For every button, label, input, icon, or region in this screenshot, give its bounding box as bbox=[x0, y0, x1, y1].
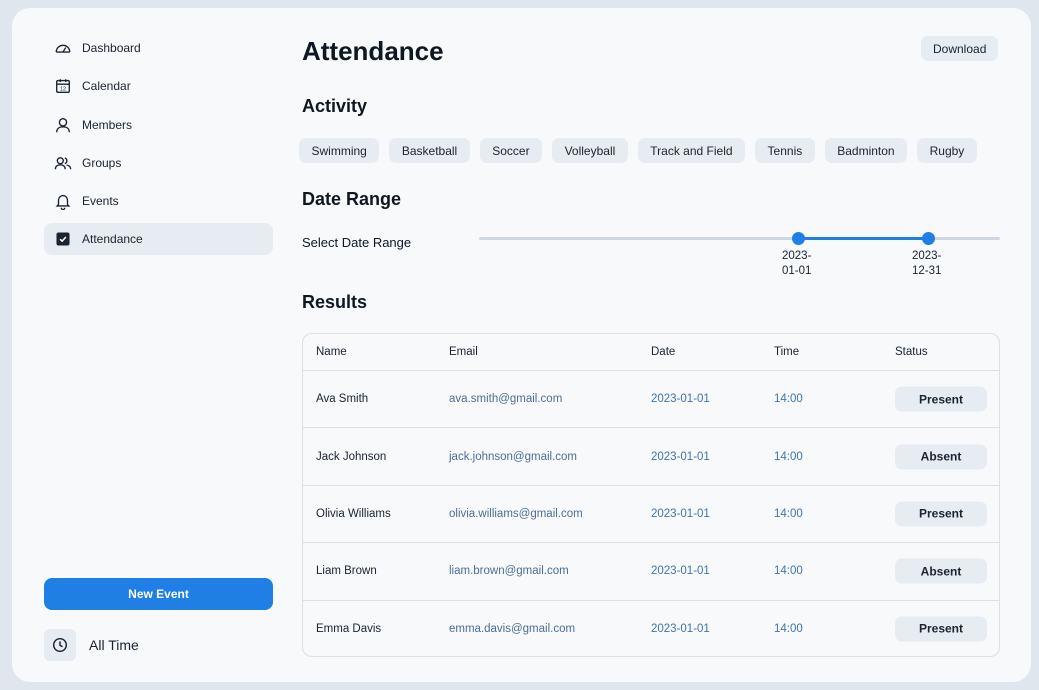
sidebar-item-label: Events bbox=[82, 194, 119, 209]
sidebar-item-attendance[interactable]: Attendance bbox=[44, 223, 273, 256]
column-header-time: Time bbox=[774, 346, 800, 358]
activity-title: Activity bbox=[302, 96, 368, 116]
range-end-label: 2023- 12-31 bbox=[912, 249, 952, 279]
app-window: Dashboard 12 Calendar Members Groups Eve… bbox=[12, 8, 1031, 682]
activity-chip-track-and-field[interactable]: Track and Field bbox=[637, 138, 746, 163]
status-badge[interactable]: Present bbox=[895, 501, 987, 527]
sidebar: Dashboard 12 Calendar Members Groups Eve… bbox=[44, 32, 273, 662]
date-range-label: Select Date Range bbox=[302, 235, 412, 250]
sidebar-item-members[interactable]: Members bbox=[44, 109, 273, 141]
status-badge[interactable]: Absent bbox=[895, 558, 987, 584]
user-icon bbox=[53, 115, 73, 135]
bell-icon bbox=[53, 191, 73, 211]
slider-end-handle[interactable] bbox=[922, 232, 935, 245]
cell-email[interactable]: ava.smith@gmail.com bbox=[449, 393, 562, 405]
range-start-line1: 2023- bbox=[782, 250, 812, 262]
cell-date: 2023-01-01 bbox=[651, 622, 710, 635]
table-row: Jack Johnson jack.johnson@gmail.com 2023… bbox=[303, 427, 999, 484]
results-title: Results bbox=[302, 292, 368, 312]
users-icon bbox=[53, 153, 73, 173]
activity-chip-badminton[interactable]: Badminton bbox=[824, 138, 908, 163]
sidebar-item-events[interactable]: Events bbox=[44, 185, 273, 217]
cell-time: 14:00 bbox=[774, 450, 803, 463]
sidebar-item-label: Attendance bbox=[82, 232, 143, 247]
status-badge[interactable]: Present bbox=[895, 386, 987, 412]
cell-email[interactable]: jack.johnson@gmail.com bbox=[449, 451, 577, 463]
download-button[interactable]: Download bbox=[921, 36, 999, 61]
clock-icon bbox=[44, 629, 76, 661]
sidebar-item-dashboard[interactable]: Dashboard bbox=[44, 32, 273, 64]
range-end-line1: 2023- bbox=[912, 250, 942, 262]
cell-time: 14:00 bbox=[774, 507, 803, 520]
range-start-line2: 01-01 bbox=[782, 265, 812, 277]
column-header-date: Date bbox=[651, 346, 676, 358]
main-content: Attendance Download Activity Swimming Ba… bbox=[299, 8, 1002, 682]
all-time-label: All Time bbox=[89, 637, 139, 653]
cell-date: 2023-01-01 bbox=[651, 450, 710, 463]
table-row: Ava Smith ava.smith@gmail.com 2023-01-01… bbox=[303, 370, 999, 427]
cell-date: 2023-01-01 bbox=[651, 393, 710, 406]
page-title: Attendance bbox=[302, 36, 444, 66]
calendar-icon-number: 12 bbox=[60, 87, 66, 93]
status-badge[interactable]: Absent bbox=[895, 444, 987, 470]
table-row: Liam Brown liam.brown@gmail.com 2023-01-… bbox=[303, 542, 999, 599]
column-header-email: Email bbox=[449, 346, 478, 358]
checkbox-icon bbox=[53, 229, 73, 249]
cell-name: Emma Davis bbox=[316, 622, 382, 635]
activity-chip-volleyball[interactable]: Volleyball bbox=[552, 138, 628, 163]
activity-chip-soccer[interactable]: Soccer bbox=[479, 138, 543, 163]
calendar-icon: 12 bbox=[53, 76, 73, 96]
cell-email[interactable]: emma.davis@gmail.com bbox=[449, 623, 575, 635]
table-row: Olivia Williams olivia.williams@gmail.co… bbox=[303, 484, 999, 542]
all-time-selector[interactable]: All Time bbox=[44, 629, 139, 661]
slider-range-fill bbox=[798, 237, 928, 240]
results-table: Name Email Date Time Status Ava Smith av… bbox=[302, 333, 1000, 657]
cell-date: 2023-01-01 bbox=[651, 507, 710, 520]
cell-name: Ava Smith bbox=[316, 393, 369, 406]
date-range-slider[interactable] bbox=[479, 232, 1000, 245]
new-event-button[interactable]: New Event bbox=[44, 578, 273, 610]
cell-date: 2023-01-01 bbox=[651, 565, 710, 578]
status-badge[interactable]: Present bbox=[895, 616, 987, 642]
sidebar-item-label: Groups bbox=[82, 155, 122, 170]
activity-chip-rugby[interactable]: Rugby bbox=[917, 138, 977, 163]
slider-start-handle[interactable] bbox=[792, 232, 805, 245]
table-row: Emma Davis emma.davis@gmail.com 2023-01-… bbox=[303, 599, 999, 656]
activity-chips: Swimming Basketball Soccer Volleyball Tr… bbox=[299, 138, 987, 163]
cell-name: Olivia Williams bbox=[316, 507, 391, 520]
gauge-icon bbox=[53, 38, 73, 58]
cell-time: 14:00 bbox=[774, 565, 803, 578]
table-header-row: Name Email Date Time Status bbox=[303, 334, 999, 370]
cell-time: 14:00 bbox=[774, 622, 803, 635]
cell-name: Liam Brown bbox=[316, 565, 377, 578]
sidebar-item-label: Members bbox=[82, 117, 133, 132]
sidebar-item-label: Dashboard bbox=[82, 41, 141, 55]
cell-email[interactable]: liam.brown@gmail.com bbox=[449, 565, 569, 577]
range-end-line2: 12-31 bbox=[912, 265, 942, 277]
cell-name: Jack Johnson bbox=[316, 450, 387, 463]
sidebar-item-label: Calendar bbox=[82, 79, 131, 94]
column-header-status: Status bbox=[895, 346, 928, 358]
range-start-label: 2023- 01-01 bbox=[782, 249, 822, 279]
cell-email[interactable]: olivia.williams@gmail.com bbox=[449, 508, 583, 520]
cell-time: 14:00 bbox=[774, 393, 803, 406]
activity-chip-tennis[interactable]: Tennis bbox=[755, 138, 815, 163]
date-range-title: Date Range bbox=[302, 189, 402, 209]
sidebar-item-groups[interactable]: Groups bbox=[44, 147, 273, 179]
column-header-name: Name bbox=[316, 346, 347, 358]
activity-chip-swimming[interactable]: Swimming bbox=[299, 138, 380, 163]
sidebar-item-calendar[interactable]: 12 Calendar bbox=[44, 70, 273, 102]
activity-chip-basketball[interactable]: Basketball bbox=[389, 138, 470, 163]
